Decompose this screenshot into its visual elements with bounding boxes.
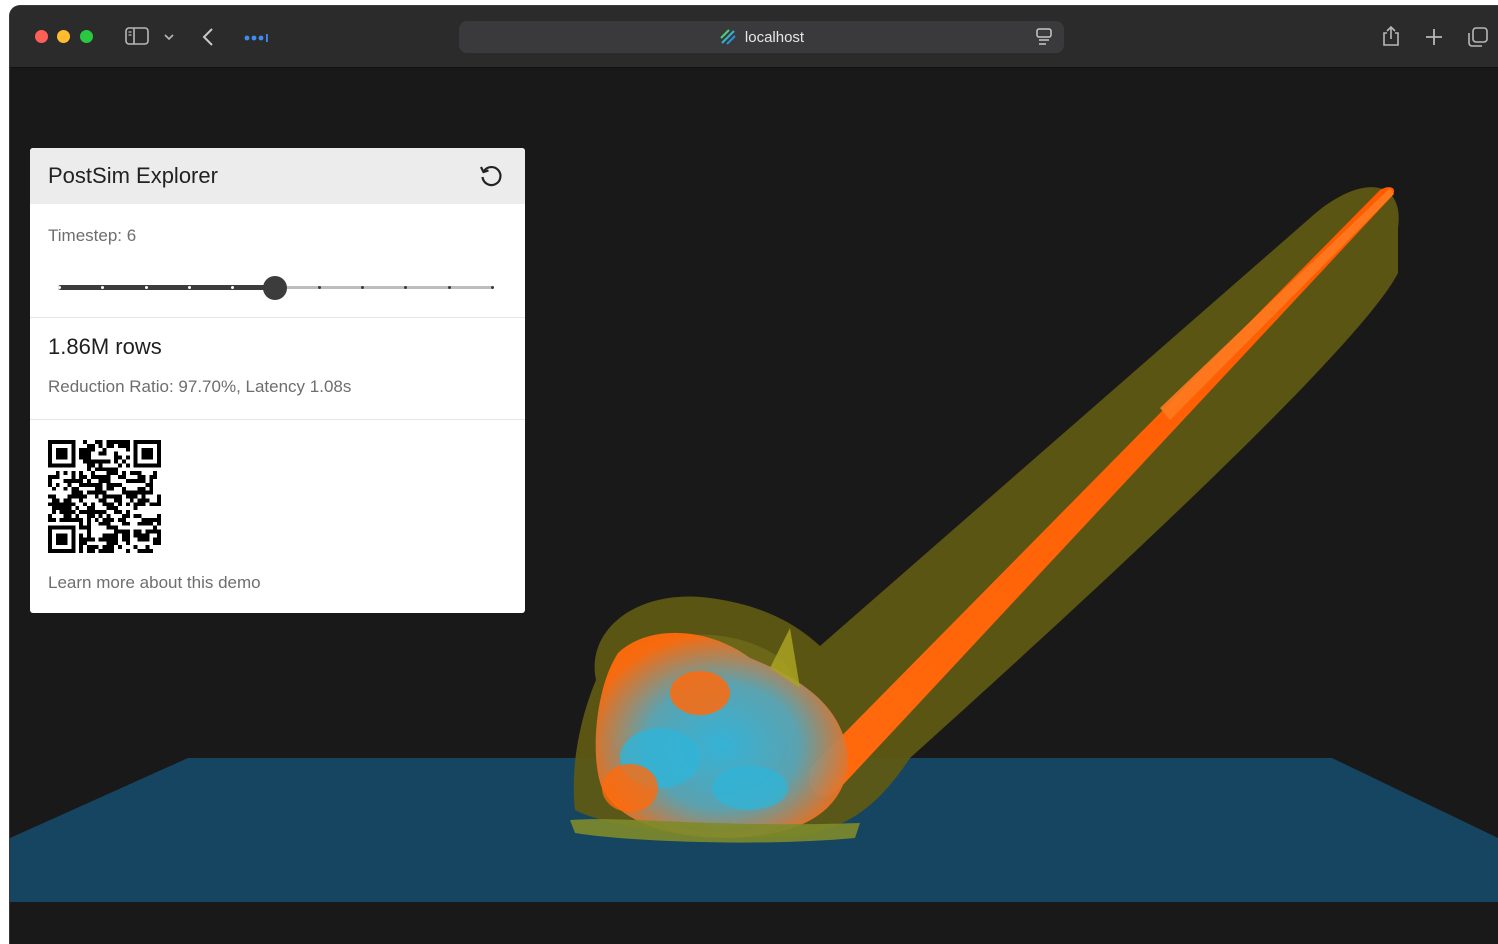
tab-overview-icon[interactable] — [1466, 25, 1490, 49]
reset-button[interactable] — [477, 162, 505, 190]
slider-step-mark[interactable] — [101, 286, 104, 289]
chevron-down-icon[interactable] — [162, 30, 176, 44]
slider-step-mark[interactable] — [491, 286, 494, 289]
slider-step-mark[interactable] — [231, 286, 234, 289]
control-panel: PostSim Explorer Timestep: 6 1.86M rows … — [30, 148, 525, 613]
site-favicon-icon — [719, 28, 737, 46]
slider-step-mark[interactable] — [448, 286, 451, 289]
close-window-button[interactable] — [35, 30, 48, 43]
timestep-section: Timestep: 6 — [30, 204, 525, 318]
splash-orange-b — [602, 764, 658, 812]
share-icon[interactable] — [1380, 24, 1402, 48]
zoom-window-button[interactable] — [80, 30, 93, 43]
rotate-ccw-icon — [480, 165, 502, 187]
address-bar[interactable]: localhost — [459, 21, 1064, 53]
reader-mode-icon[interactable] — [1036, 28, 1052, 50]
learn-more-link[interactable]: Learn more about this demo — [48, 573, 507, 593]
tab-group-icon[interactable] — [242, 32, 270, 44]
browser-window: localhost PostSim Explorer Timestep: 6 1… — [10, 6, 1498, 944]
timestep-slider[interactable] — [58, 276, 494, 300]
browser-toolbar: localhost — [10, 6, 1498, 68]
3d-viewport[interactable]: PostSim Explorer Timestep: 6 1.86M rows … — [10, 68, 1498, 944]
slider-thumb[interactable] — [263, 276, 287, 300]
panel-header: PostSim Explorer — [30, 148, 525, 204]
splash-orange-a — [670, 671, 730, 715]
rows-count: 1.86M rows — [48, 334, 162, 359]
slider-track[interactable] — [58, 285, 275, 290]
slider-step-mark[interactable] — [188, 286, 191, 289]
qr-code-icon[interactable] — [48, 440, 161, 553]
slider-step-mark[interactable] — [404, 286, 407, 289]
minimize-window-button[interactable] — [57, 30, 70, 43]
qr-section: Learn more about this demo — [30, 420, 525, 593]
splash-blue-b — [712, 766, 788, 810]
slider-step-mark[interactable] — [145, 286, 148, 289]
slider-step-mark[interactable] — [361, 286, 364, 289]
sidebar-toggle-icon[interactable] — [124, 26, 150, 46]
slider-step-mark[interactable] — [318, 286, 321, 289]
slider-step-mark[interactable] — [58, 286, 61, 289]
back-arrow-icon[interactable] — [200, 26, 216, 48]
new-tab-icon[interactable] — [1423, 26, 1445, 48]
stats-section: 1.86M rows Reduction Ratio: 97.70%, Late… — [30, 318, 525, 420]
timestep-label: Timestep: 6 — [48, 226, 137, 245]
url-text: localhost — [744, 28, 805, 46]
stats-details: Reduction Ratio: 97.70%, Latency 1.08s — [48, 377, 352, 396]
panel-title: PostSim Explorer — [48, 163, 218, 188]
